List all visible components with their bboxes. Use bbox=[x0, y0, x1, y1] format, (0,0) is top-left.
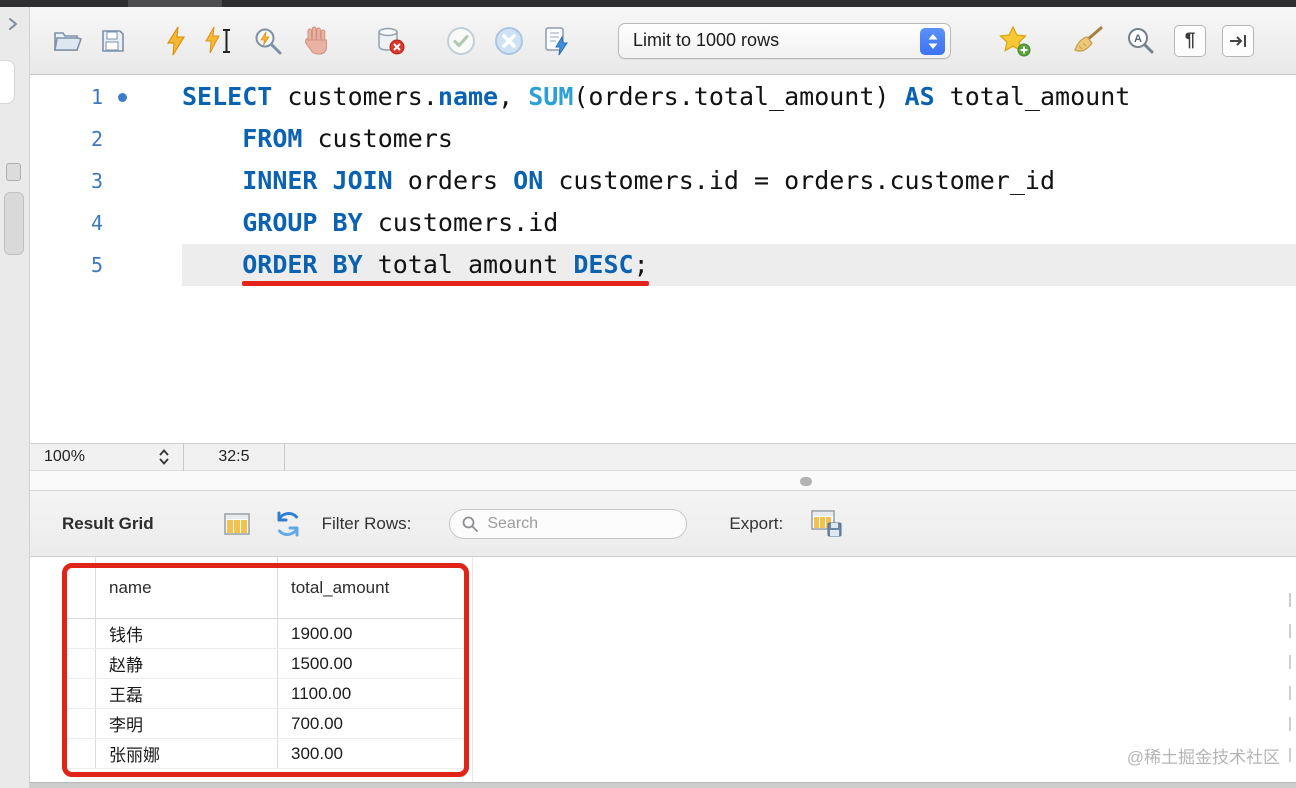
sidebar-collapsed-panel-handle[interactable] bbox=[4, 192, 24, 255]
column-header-total_amount[interactable]: total_amount bbox=[278, 557, 468, 618]
line-number: 4 bbox=[30, 202, 103, 244]
filter-search-box[interactable] bbox=[449, 509, 687, 539]
toggle-word-wrap-button[interactable] bbox=[1222, 25, 1254, 57]
cell-total-amount[interactable]: 700.00 bbox=[278, 709, 468, 738]
row-selector-cell[interactable] bbox=[62, 709, 96, 738]
stop-execution-button[interactable] bbox=[303, 23, 331, 59]
cell-name[interactable]: 赵静 bbox=[96, 649, 278, 678]
splitter-drag-handle[interactable] bbox=[800, 477, 812, 486]
code-line-text[interactable]: ORDER BY total amount DESC; bbox=[182, 244, 1296, 286]
find-panel-button[interactable]: A bbox=[1125, 23, 1155, 59]
explain-plan-button[interactable] bbox=[253, 23, 283, 59]
row-selector-cell[interactable] bbox=[62, 739, 96, 768]
show-invisible-characters-button[interactable]: ¶ bbox=[1174, 25, 1206, 57]
panel-splitter[interactable] bbox=[30, 471, 1296, 491]
grid-view-icon[interactable] bbox=[224, 506, 250, 542]
export-label: Export: bbox=[729, 514, 783, 534]
cell-total-amount[interactable]: 300.00 bbox=[278, 739, 468, 768]
limit-rows-dropdown[interactable]: Limit to 1000 rows bbox=[618, 23, 951, 59]
result-grid-toolbar: Result Grid Filter Rows: bbox=[30, 491, 1296, 557]
table-row[interactable]: 张丽娜300.00 bbox=[62, 739, 469, 769]
beautify-sql-button[interactable] bbox=[1071, 23, 1105, 59]
commit-button[interactable] bbox=[446, 23, 476, 59]
column-header-name[interactable]: name bbox=[96, 557, 278, 618]
filter-rows-label: Filter Rows: bbox=[322, 514, 412, 534]
line-number: 3 bbox=[30, 160, 103, 202]
row-selector-cell[interactable] bbox=[62, 619, 96, 648]
line-number: 2 bbox=[30, 118, 103, 160]
row-selector-header-cell bbox=[62, 557, 96, 618]
rollback-button[interactable] bbox=[494, 23, 524, 59]
editor-statusbar: 100% 32:5 bbox=[30, 443, 1296, 471]
row-selector-cell[interactable] bbox=[62, 649, 96, 678]
code-line-text[interactable]: SELECT customers.name, SUM(orders.total_… bbox=[182, 76, 1296, 118]
cell-name[interactable]: 王磊 bbox=[96, 679, 278, 708]
save-script-button[interactable] bbox=[100, 23, 126, 59]
editor-line[interactable]: 4 GROUP BY customers.id bbox=[30, 202, 1296, 244]
zoom-level: 100% bbox=[44, 448, 85, 466]
statusbar-divider bbox=[284, 444, 285, 471]
zoom-stepper-icon[interactable] bbox=[158, 448, 170, 466]
table-row[interactable]: 赵静1500.00 bbox=[62, 649, 469, 679]
cell-name[interactable]: 钱伟 bbox=[96, 619, 278, 648]
collapsed-sidebar-strip bbox=[0, 7, 30, 788]
watermark: @稀土掘金技术社区 bbox=[1127, 743, 1280, 768]
cell-total-amount[interactable]: 1900.00 bbox=[278, 619, 468, 648]
mysql-workbench-window: Limit to 1000 rows bbox=[0, 0, 1296, 788]
editor-line[interactable]: 3 INNER JOIN orders ON customers.id = or… bbox=[30, 160, 1296, 202]
line-number: 5 bbox=[30, 244, 103, 286]
execute-current-statement-button[interactable] bbox=[204, 23, 234, 59]
column-divider bbox=[472, 557, 473, 782]
sql-code-editor[interactable]: 1 SELECT customers.name, SUM(orders.total… bbox=[30, 75, 1296, 443]
table-row[interactable]: 钱伟1900.00 bbox=[62, 619, 469, 649]
refresh-icon[interactable] bbox=[274, 506, 302, 542]
open-script-button[interactable] bbox=[52, 23, 82, 59]
execute-statement-button[interactable] bbox=[165, 23, 187, 59]
filter-search-input[interactable] bbox=[487, 515, 667, 533]
statement-start-marker-icon bbox=[118, 93, 127, 102]
stop-on-error-toggle-button[interactable] bbox=[375, 23, 405, 59]
cell-name[interactable]: 张丽娜 bbox=[96, 739, 278, 768]
cell-name[interactable]: 李明 bbox=[96, 709, 278, 738]
code-line-text[interactable]: INNER JOIN orders ON customers.id = orde… bbox=[182, 160, 1296, 202]
limit-rows-value: Limit to 1000 rows bbox=[619, 30, 779, 51]
sidebar-clip-icon[interactable] bbox=[6, 163, 21, 181]
export-recordset-icon[interactable] bbox=[811, 506, 843, 542]
error-underline-annotation bbox=[242, 281, 648, 286]
right-edge-ticks bbox=[1289, 593, 1292, 779]
pilcrow-icon: ¶ bbox=[1185, 31, 1196, 50]
autocommit-toggle-button[interactable] bbox=[542, 23, 572, 59]
editor-line[interactable]: 2 FROM customers bbox=[30, 118, 1296, 160]
table-row[interactable]: 王磊1100.00 bbox=[62, 679, 469, 709]
sql-editor-toolbar: Limit to 1000 rows bbox=[30, 7, 1296, 75]
code-line-text[interactable]: FROM customers bbox=[182, 118, 1296, 160]
search-icon bbox=[462, 516, 478, 532]
cell-total-amount[interactable]: 1100.00 bbox=[278, 679, 468, 708]
bottom-scrollbar-track[interactable] bbox=[30, 782, 1296, 788]
add-snippet-favorite-button[interactable] bbox=[998, 23, 1032, 59]
result-grid-title: Result Grid bbox=[62, 514, 154, 534]
sidebar-tab-handle[interactable] bbox=[0, 60, 15, 104]
wrap-arrow-icon bbox=[1228, 33, 1248, 49]
titlebar bbox=[0, 0, 1296, 7]
cursor-position: 32:5 bbox=[184, 448, 284, 466]
editor-line[interactable]: 5 ORDER BY total amount DESC; bbox=[30, 244, 1296, 286]
row-selector-cell[interactable] bbox=[62, 679, 96, 708]
line-number: 1 bbox=[30, 76, 103, 118]
editor-line[interactable]: 1 SELECT customers.name, SUM(orders.total… bbox=[30, 76, 1296, 118]
table-row[interactable]: 李明700.00 bbox=[62, 709, 469, 739]
cell-total-amount[interactable]: 1500.00 bbox=[278, 649, 468, 678]
table-header-row: nametotal_amount bbox=[62, 557, 469, 619]
sidebar-expand-arrow-icon[interactable] bbox=[7, 17, 19, 36]
dropdown-stepper-icon[interactable] bbox=[920, 28, 945, 55]
code-line-text[interactable]: GROUP BY customers.id bbox=[182, 202, 1296, 244]
svg-text:A: A bbox=[1134, 33, 1142, 45]
titlebar-tab[interactable] bbox=[128, 0, 222, 7]
result-grid-panel: nametotal_amount钱伟1900.00赵静1500.00王磊1100… bbox=[30, 557, 1296, 782]
result-table[interactable]: nametotal_amount钱伟1900.00赵静1500.00王磊1100… bbox=[62, 557, 469, 769]
